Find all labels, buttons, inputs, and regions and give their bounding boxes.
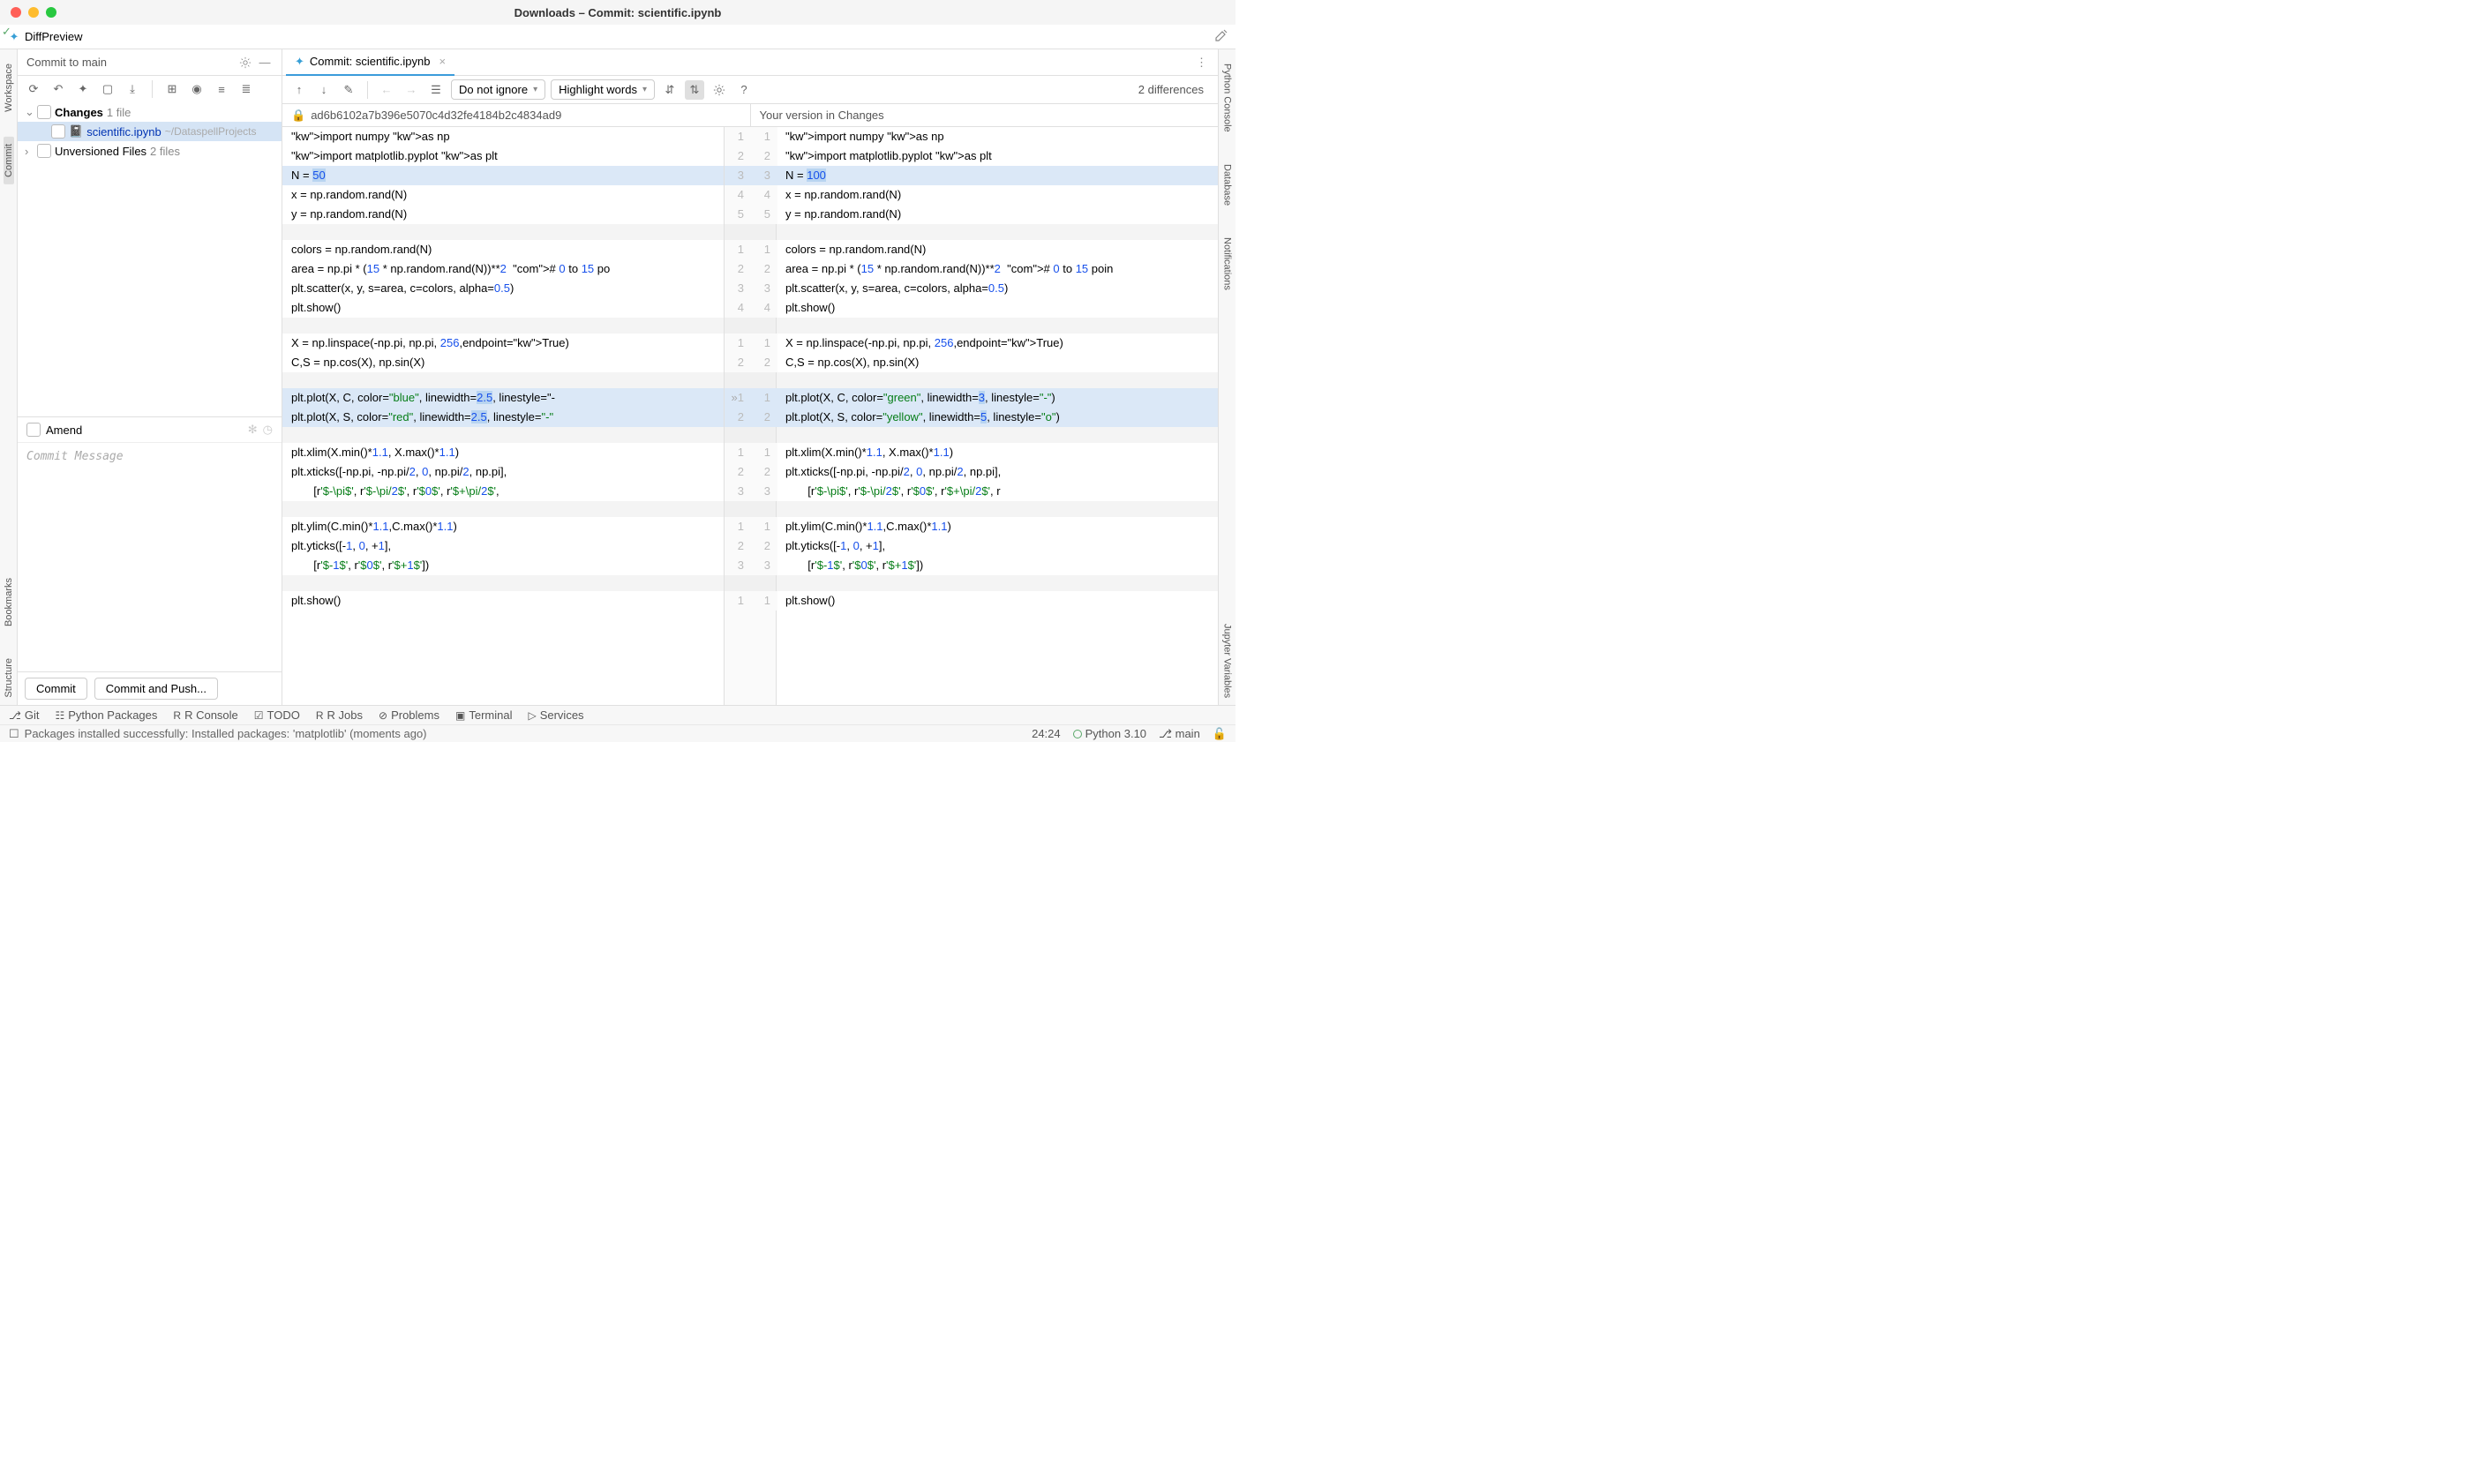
rail-commit[interactable]: Commit [4, 137, 14, 184]
your-version-label: Your version in Changes [760, 109, 884, 122]
revision-hash: ad6b6102a7b396e5070c4d32fe4184b2c4834ad9 [311, 109, 561, 122]
rail-jupyter-vars[interactable]: Jupyter Variables [1222, 617, 1233, 705]
highlight-select[interactable]: Highlight words [551, 79, 655, 100]
checkbox[interactable] [37, 105, 51, 119]
next-diff-icon[interactable]: ↓ [314, 80, 334, 100]
diff-icon[interactable]: ✦ [74, 80, 92, 98]
shelve-icon[interactable]: ⤓ [124, 80, 141, 98]
close-tab-icon[interactable]: × [439, 55, 446, 68]
rail-database[interactable]: Database [1222, 157, 1233, 213]
right-tool-rail: Python Console Database Notifications Ju… [1218, 49, 1236, 705]
edit-source-icon[interactable]: ✎ [339, 80, 358, 100]
commit-panel-title: Commit to main [26, 56, 234, 69]
rail-notifications[interactable]: Notifications [1222, 230, 1233, 297]
refresh-icon[interactable]: ⟳ [25, 80, 42, 98]
group-icon[interactable]: ⊞ [163, 80, 181, 98]
diff-body: "kw">import numpy "kw">as np"kw">import … [282, 127, 1218, 705]
changes-tree: ⌄ Changes 1 file 📓 scientific.ipynb ~/Da… [18, 102, 282, 416]
changelist-icon[interactable]: ▢ [99, 80, 116, 98]
minimize-panel-icon[interactable]: — [257, 55, 273, 71]
bottom-git[interactable]: ⎇ Git [9, 708, 39, 722]
status-bar: ☐ Packages installed successfully: Insta… [0, 724, 1236, 742]
window-titlebar: Downloads – Commit: scientific.ipynb [0, 0, 1236, 25]
close-window[interactable] [11, 7, 21, 18]
bottom-problems[interactable]: ⊘ Problems [379, 708, 439, 722]
changes-node[interactable]: ⌄ Changes 1 file [18, 102, 282, 122]
ignore-select[interactable]: Do not ignore [451, 79, 545, 100]
more-icon[interactable]: ⋮ [1189, 56, 1214, 70]
maximize-window[interactable] [46, 7, 56, 18]
rail-structure[interactable]: Structure [4, 651, 14, 705]
bottom-r-jobs[interactable]: R R Jobs [316, 708, 363, 722]
bottom-r-console[interactable]: R R Console [173, 708, 237, 722]
collapse-unchanged-icon[interactable]: ⇵ [660, 80, 680, 100]
bottom-tool-bar: ⎇ Git ☷ Python Packages R R Console ☑ TO… [0, 705, 1236, 724]
bottom-todo[interactable]: ☑ TODO [254, 708, 300, 722]
help-icon[interactable]: ? [734, 80, 754, 100]
editor-panel: ✦ Commit: scientific.ipynb × ⋮ ↑ ↓ ✎ ← →… [282, 49, 1218, 705]
editor-tab[interactable]: ✦ Commit: scientific.ipynb × [286, 49, 454, 76]
rail-python-console[interactable]: Python Console [1222, 56, 1233, 139]
rail-bookmarks[interactable]: Bookmarks [4, 571, 14, 633]
bottom-python-packages[interactable]: ☷ Python Packages [55, 708, 157, 722]
bottom-services[interactable]: ▷ Services [528, 708, 583, 722]
rollback-icon[interactable]: ↶ [49, 80, 67, 98]
interpreter[interactable]: Python 3.10 [1073, 727, 1146, 740]
window-title: Downloads – Commit: scientific.ipynb [514, 6, 722, 19]
top-menu-bar: ✦ DiffPreview [0, 25, 1236, 49]
commit-toolbar: ⟳ ↶ ✦ ▢ ⤓ ⊞ ◉ ≡ ≣ [18, 76, 282, 102]
history-icon[interactable]: ◷ [263, 423, 273, 437]
prev-diff-icon[interactable]: ↑ [289, 80, 309, 100]
lock-icon: 🔒 [291, 109, 305, 123]
expand-icon[interactable]: ≡ [213, 80, 230, 98]
settings-icon[interactable] [710, 80, 729, 100]
commit-panel: Commit to main — ⟳ ↶ ✦ ▢ ⤓ ⊞ ◉ ≡ ≣ ⌄ Cha… [18, 49, 282, 705]
diff-preview-label[interactable]: DiffPreview [25, 30, 83, 43]
bottom-terminal[interactable]: ▣ Terminal [455, 708, 512, 722]
gear-icon[interactable]: ✻ [248, 423, 258, 437]
padlock-icon[interactable]: 🔓 [1213, 727, 1227, 741]
amend-checkbox[interactable] [26, 423, 41, 437]
gear-icon[interactable] [237, 55, 253, 71]
info-icon: ☐ [9, 727, 19, 741]
tab-label: Commit: scientific.ipynb [310, 55, 431, 68]
minimize-window[interactable] [28, 7, 39, 18]
commit-push-button[interactable]: Commit and Push... [94, 678, 218, 700]
checkbox[interactable] [51, 124, 65, 139]
diff-left[interactable]: "kw">import numpy "kw">as np"kw">import … [282, 127, 724, 705]
status-message: Packages installed successfully: Install… [25, 727, 427, 740]
cursor-position[interactable]: 24:24 [1032, 727, 1061, 740]
list-icon[interactable]: ☰ [426, 80, 446, 100]
sync-scroll-icon[interactable]: ⇅ [685, 80, 704, 100]
view-icon[interactable]: ◉ [188, 80, 206, 98]
forward-icon[interactable]: → [402, 80, 421, 100]
checkbox[interactable] [37, 144, 51, 158]
left-tool-rail: Workspace Commit Bookmarks Structure [0, 49, 18, 705]
amend-label: Amend [46, 423, 82, 437]
diff-middle-gutter: 1122334455112233441122»11221122331122331… [724, 127, 777, 705]
diff-count: 2 differences [1138, 83, 1211, 96]
changed-file[interactable]: 📓 scientific.ipynb ~/DataspellProjects [18, 122, 282, 141]
back-icon[interactable]: ← [377, 80, 396, 100]
commit-button[interactable]: Commit [25, 678, 87, 700]
git-branch[interactable]: ⎇ main [1159, 727, 1200, 741]
unversioned-node[interactable]: › Unversioned Files 2 files [18, 141, 282, 161]
editor-tabs: ✦ Commit: scientific.ipynb × ⋮ [282, 49, 1218, 76]
commit-message-input[interactable]: Commit Message [18, 442, 282, 671]
edit-icon[interactable] [1214, 28, 1228, 45]
amend-row: Amend ✻ ◷ [18, 416, 282, 442]
diff-toolbar: ↑ ↓ ✎ ← → ☰ Do not ignore Highlight word… [282, 76, 1218, 104]
collapse-icon[interactable]: ≣ [237, 80, 255, 98]
diff-right[interactable]: "kw">import numpy "kw">as np"kw">import … [777, 127, 1218, 705]
rail-workspace[interactable]: Workspace [4, 56, 14, 119]
diff-header: 🔒 ad6b6102a7b396e5070c4d32fe4184b2c4834a… [282, 104, 1218, 127]
